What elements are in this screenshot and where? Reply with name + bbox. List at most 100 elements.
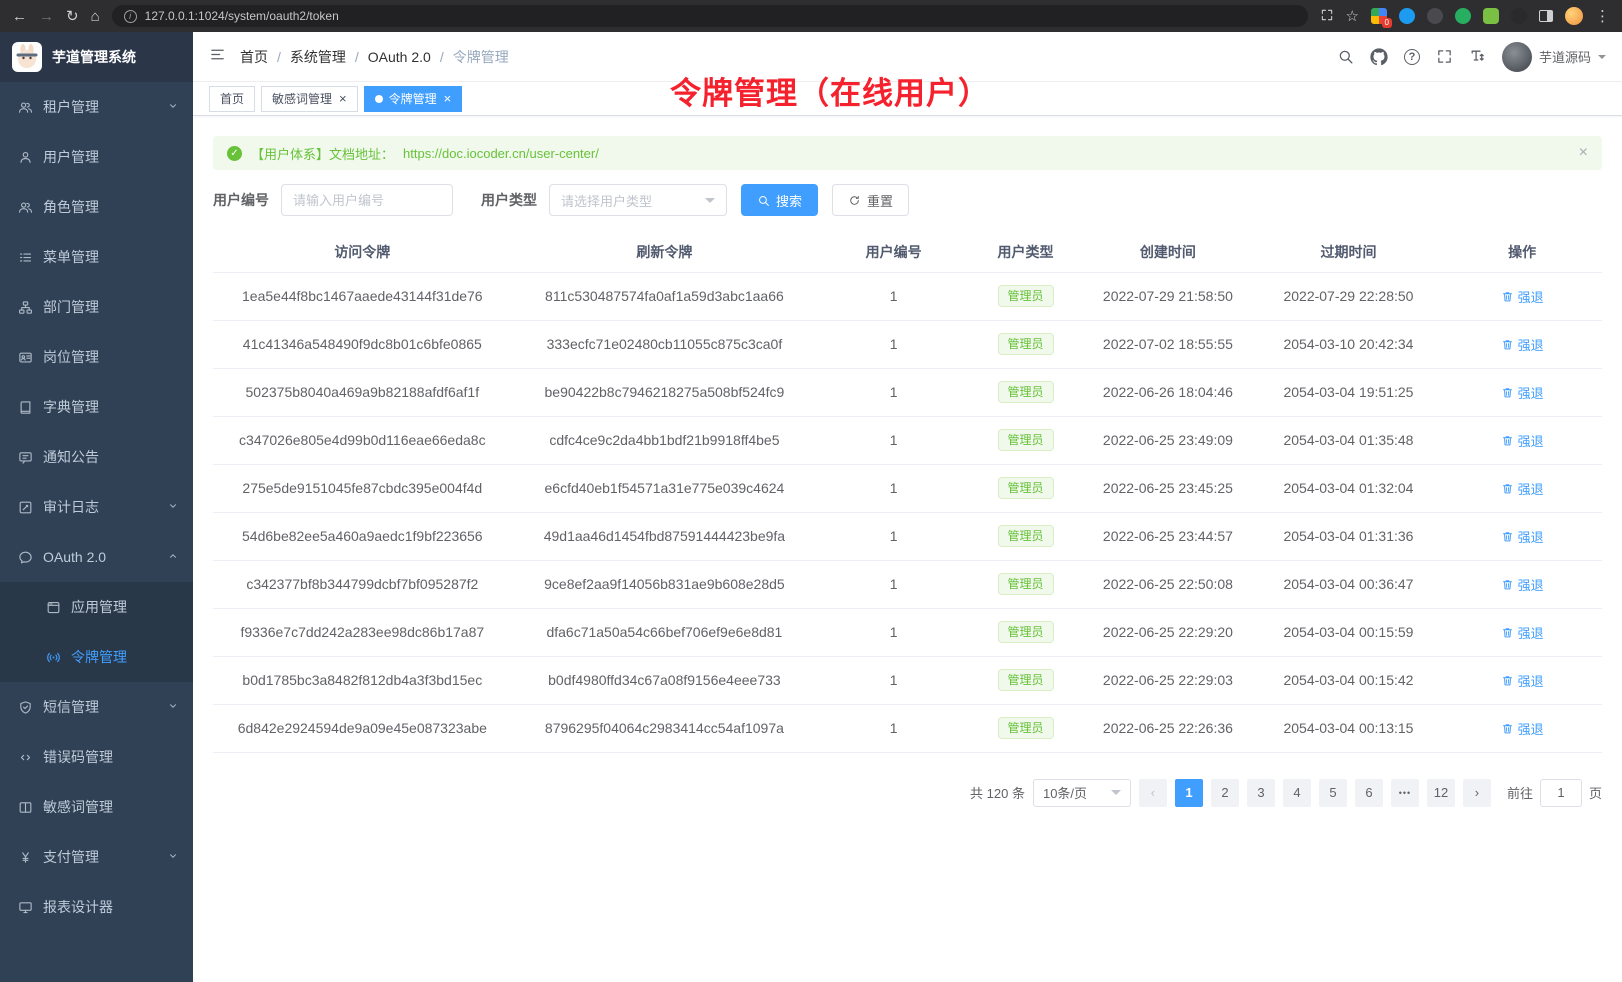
id-card-icon [18, 350, 33, 365]
expire-time-cell: 2054-03-04 01:31:36 [1255, 512, 1443, 560]
col-expire-time: 过期时间 [1255, 232, 1443, 272]
browser-menu-icon[interactable]: ⋮ [1595, 9, 1610, 24]
force-logout-button[interactable]: 强退 [1501, 479, 1544, 498]
sidebar-item-notice[interactable]: 通知公告 [0, 432, 193, 482]
reset-button-label: 重置 [867, 191, 893, 210]
sidebar-item-dept[interactable]: 部门管理 [0, 282, 193, 332]
extension-badge: 0 [1382, 18, 1392, 28]
sidebar-item-token-management[interactable]: 令牌管理 [0, 632, 193, 682]
next-page-button[interactable]: › [1463, 779, 1491, 807]
access-token-cell: f9336e7c7dd242a283ee98dc86b17a87 [213, 608, 512, 656]
sidebar-item-label: 审计日志 [43, 497, 99, 517]
sidebar-item-role[interactable]: 角色管理 [0, 182, 193, 232]
created-time-cell: 2022-06-26 18:04:46 [1081, 368, 1255, 416]
sidebar-item-sms[interactable]: 短信管理 [0, 682, 193, 732]
sidebar-item-sensitive-word[interactable]: 敏感词管理 [0, 782, 193, 832]
page-size-select[interactable]: 10条/页 [1033, 779, 1131, 807]
prev-page-button[interactable]: ‹ [1139, 779, 1167, 807]
force-logout-label: 强退 [1518, 431, 1544, 450]
extension-dark-icon[interactable] [1427, 8, 1443, 24]
page-button-3[interactable]: 3 [1247, 779, 1275, 807]
side-panel-icon[interactable] [1539, 10, 1553, 22]
sidebar-item-error-code[interactable]: 错误码管理 [0, 732, 193, 782]
github-icon[interactable] [1370, 48, 1388, 66]
chevron-down-icon [167, 849, 179, 865]
home-icon[interactable]: ⌂ [91, 9, 100, 24]
force-logout-button[interactable]: 强退 [1501, 719, 1544, 738]
page-button-12[interactable]: 12 [1427, 779, 1455, 807]
trash-icon [1501, 338, 1514, 351]
fullscreen-icon[interactable] [1436, 48, 1453, 65]
force-logout-button[interactable]: 强退 [1501, 431, 1544, 450]
goto-page-input[interactable] [1540, 779, 1582, 807]
force-logout-label: 强退 [1518, 335, 1544, 354]
sidebar-item-report-designer[interactable]: 报表设计器 [0, 882, 193, 932]
force-logout-button[interactable]: 强退 [1501, 623, 1544, 642]
reset-button[interactable]: 重置 [832, 184, 909, 216]
user-id-input[interactable] [281, 184, 453, 216]
access-token-cell: 1ea5e44f8bc1467aaede43144f31de76 [213, 272, 512, 320]
tab-sensitive-word[interactable]: 敏感词管理 × [261, 86, 358, 112]
more-pages-button[interactable]: ••• [1391, 779, 1419, 807]
alert-close-icon[interactable]: × [1579, 144, 1588, 162]
force-logout-button[interactable]: 强退 [1501, 527, 1544, 546]
help-icon[interactable]: ? [1404, 49, 1420, 65]
refresh-token-cell: b0df4980ffd34c67a08f9156e4eee733 [512, 656, 818, 704]
user-id-cell: 1 [817, 656, 970, 704]
doc-link[interactable]: https://doc.iocoder.cn/user-center/ [403, 146, 599, 161]
extension-bird-icon[interactable] [1399, 8, 1415, 24]
sidebar-item-label: 应用管理 [71, 597, 127, 617]
sidebar-collapse-icon[interactable] [209, 46, 226, 68]
extension-green-icon[interactable] [1455, 8, 1471, 24]
site-info-icon[interactable]: i [124, 10, 137, 23]
sidebar-item-menu[interactable]: 菜单管理 [0, 232, 193, 282]
sidebar-item-audit-log[interactable]: 审计日志 [0, 482, 193, 532]
sidebar-item-tenant[interactable]: 租户管理 [0, 82, 193, 132]
force-logout-button[interactable]: 强退 [1501, 671, 1544, 690]
page-button-6[interactable]: 6 [1355, 779, 1383, 807]
access-token-cell: b0d1785bc3a8482f812db4a3f3bd15ec [213, 656, 512, 704]
force-logout-button[interactable]: 强退 [1501, 383, 1544, 402]
breadcrumb-item[interactable]: 首页 [240, 47, 268, 67]
share-icon[interactable] [1320, 8, 1334, 25]
search-button[interactable]: 搜索 [741, 184, 818, 216]
sidebar-item-user[interactable]: 用户管理 [0, 132, 193, 182]
tab-home[interactable]: 首页 [209, 86, 255, 112]
breadcrumb-item[interactable]: 系统管理 [290, 47, 346, 67]
address-bar[interactable]: i 127.0.0.1:1024/system/oauth2/token [112, 5, 1308, 27]
back-icon[interactable]: ← [12, 9, 27, 24]
user-type-cell: 管理员 [970, 464, 1081, 512]
breadcrumb-item[interactable]: OAuth 2.0 [368, 49, 431, 65]
col-access-token: 访问令牌 [213, 232, 512, 272]
font-size-icon[interactable] [1469, 48, 1486, 65]
page-button-4[interactable]: 4 [1283, 779, 1311, 807]
extensions-icon[interactable]: 0 [1371, 8, 1387, 24]
sidebar-item-post[interactable]: 岗位管理 [0, 332, 193, 382]
expire-time-cell: 2054-03-04 00:36:47 [1255, 560, 1443, 608]
forward-icon[interactable]: → [39, 9, 54, 24]
close-tab-icon[interactable]: × [339, 92, 347, 105]
bookmark-star-icon[interactable]: ☆ [1346, 9, 1359, 24]
tab-token-management[interactable]: 令牌管理 × [364, 86, 463, 112]
reload-icon[interactable]: ↻ [66, 9, 79, 24]
force-logout-label: 强退 [1518, 383, 1544, 402]
sidebar-item-dict[interactable]: 字典管理 [0, 382, 193, 432]
page-button-2[interactable]: 2 [1211, 779, 1239, 807]
page-button-5[interactable]: 5 [1319, 779, 1347, 807]
force-logout-button[interactable]: 强退 [1501, 335, 1544, 354]
extension-black-icon[interactable] [1511, 8, 1527, 24]
browser-profile-avatar[interactable] [1565, 7, 1583, 25]
force-logout-button[interactable]: 强退 [1501, 287, 1544, 306]
force-logout-button[interactable]: 强退 [1501, 575, 1544, 594]
search-icon[interactable] [1337, 48, 1354, 65]
user-menu[interactable]: 芋道源码 [1502, 42, 1606, 72]
sidebar-item-oauth2[interactable]: OAuth 2.0 [0, 532, 193, 582]
extension-puzzle-icon[interactable] [1483, 8, 1499, 24]
user-type-select[interactable]: 请选择用户类型 [549, 184, 727, 216]
sidebar-item-payment[interactable]: 支付管理 [0, 832, 193, 882]
close-tab-icon[interactable]: × [444, 92, 452, 105]
page-button-1[interactable]: 1 [1175, 779, 1203, 807]
user-type-label: 用户类型 [481, 190, 537, 210]
force-logout-label: 强退 [1518, 671, 1544, 690]
sidebar-item-app-management[interactable]: 应用管理 [0, 582, 193, 632]
